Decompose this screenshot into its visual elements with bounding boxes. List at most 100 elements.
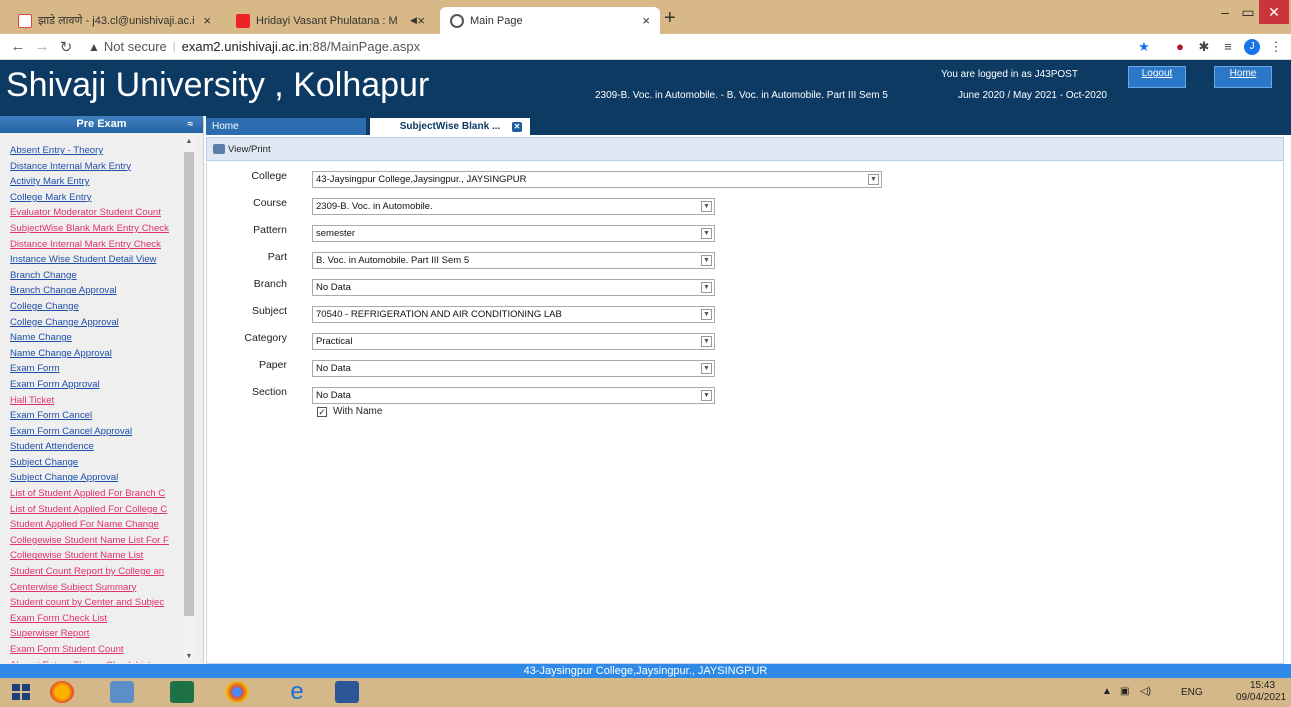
clock-time[interactable]: 15:43 <box>1250 680 1275 691</box>
sidebar-item[interactable]: Superwiser Report <box>0 626 182 642</box>
url-input[interactable]: exam2.unishivaji.ac.in:88/MainPage.aspx <box>182 39 420 54</box>
tab-home[interactable]: Home <box>206 118 366 135</box>
sidebar-item[interactable]: Student Attendence <box>0 439 182 455</box>
sidebar-item[interactable]: College Change <box>0 299 182 315</box>
firefox-icon[interactable] <box>50 681 74 703</box>
view-print-button[interactable]: View/Print <box>228 144 271 155</box>
sidebar-item[interactable]: Exam Form Cancel <box>0 408 182 424</box>
chevron-down-icon[interactable]: ▼ <box>701 336 712 347</box>
sidebar-item[interactable]: Absent Entry - Theory Check List <box>0 658 182 663</box>
paper-row: Paper No Data ▼ <box>207 357 907 377</box>
college-select[interactable]: 43-Jaysingpur College,Jaysingpur., JAYSI… <box>312 171 882 188</box>
bookmark-star-icon[interactable]: ★ <box>1136 39 1152 55</box>
scroll-up-icon[interactable]: ▲ <box>183 138 195 145</box>
language-indicator[interactable]: ENG <box>1181 687 1203 698</box>
close-tab-icon[interactable]: × <box>642 13 650 28</box>
sidebar-item[interactable]: Exam Form <box>0 361 182 377</box>
forward-icon[interactable]: → <box>30 38 54 55</box>
chevron-down-icon[interactable]: ▼ <box>701 255 712 266</box>
word-icon[interactable] <box>335 681 359 703</box>
media-icon[interactable]: ≡ <box>1220 39 1236 55</box>
network-icon[interactable]: ▣ <box>1120 686 1129 697</box>
sidebar-scrollbar[interactable]: ▲ ▼ <box>183 138 195 660</box>
volume-icon[interactable]: ◁) <box>1140 686 1151 697</box>
chevron-down-icon[interactable]: ▼ <box>701 390 712 401</box>
paper-label: Paper <box>258 359 287 371</box>
sidebar-item[interactable]: Exam Form Check List <box>0 611 182 627</box>
close-tab-icon[interactable]: × <box>417 13 425 28</box>
browser-tab-gmail[interactable]: झाडे लावणे - j43.cl@unishivaji.ac.i × <box>8 7 221 34</box>
sidebar-item[interactable]: Absent Entry - Theory <box>0 143 182 159</box>
tab-subjectwise-blank[interactable]: SubjectWise Blank ... ✕ <box>370 118 530 135</box>
sidebar-item[interactable]: Subject Change <box>0 455 182 471</box>
sidebar-item[interactable]: Distance Internal Mark Entry <box>0 159 182 175</box>
sidebar-item[interactable]: Evaluator Moderator Student Count <box>0 205 182 221</box>
extensions-icon[interactable]: ✱ <box>1196 39 1212 55</box>
sidebar-item[interactable]: Hall Ticket <box>0 393 182 409</box>
printer-icon[interactable] <box>213 144 225 154</box>
category-select[interactable]: Practical ▼ <box>312 333 715 350</box>
chevron-down-icon[interactable]: ▼ <box>868 174 879 185</box>
close-tab-icon[interactable]: ✕ <box>512 122 522 132</box>
chevron-down-icon[interactable]: ▼ <box>701 309 712 320</box>
paper-select[interactable]: No Data ▼ <box>312 360 715 377</box>
logout-button[interactable]: Logout <box>1128 66 1186 88</box>
clock-date[interactable]: 09/04/2021 <box>1236 692 1286 703</box>
sidebar-item[interactable]: Collegewise Student Name List For F <box>0 533 182 549</box>
sidebar-item[interactable]: Branch Change Approval <box>0 283 182 299</box>
ublock-icon[interactable]: ● <box>1172 39 1188 55</box>
home-button[interactable]: Home <box>1214 66 1272 88</box>
back-icon[interactable]: ← <box>6 38 30 55</box>
scroll-down-icon[interactable]: ▼ <box>183 653 195 660</box>
file-explorer-icon[interactable] <box>110 681 134 703</box>
chevron-down-icon[interactable]: ▼ <box>701 282 712 293</box>
sidebar-item[interactable]: Collegewise Student Name List <box>0 548 182 564</box>
sidebar-header[interactable]: Pre Exam ≈ <box>0 116 203 133</box>
branch-select[interactable]: No Data ▼ <box>312 279 715 296</box>
close-window-button[interactable]: ✕ <box>1259 0 1289 24</box>
new-tab-button[interactable]: + <box>664 7 676 30</box>
sidebar-item[interactable]: List of Student Applied For Branch C <box>0 486 182 502</box>
sidebar-item[interactable]: Activity Mark Entry <box>0 174 182 190</box>
menu-icon[interactable]: ⋮ <box>1268 39 1284 55</box>
excel-icon[interactable] <box>170 681 194 703</box>
sidebar-item[interactable]: Distance Internal Mark Entry Check <box>0 237 182 253</box>
sidebar-item[interactable]: College Change Approval <box>0 315 182 331</box>
sidebar-item[interactable]: Branch Change <box>0 268 182 284</box>
close-tab-icon[interactable]: × <box>203 13 211 28</box>
tray-expand-icon[interactable]: ▲ <box>1102 686 1112 697</box>
internet-explorer-icon[interactable]: e <box>285 680 309 704</box>
address-bar: ← → ↻ ▲ Not secure | exam2.unishivaji.ac… <box>0 34 1291 60</box>
sidebar-item[interactable]: Exam Form Cancel Approval <box>0 424 182 440</box>
sidebar-item[interactable]: SubjectWise Blank Mark Entry Check <box>0 221 182 237</box>
collapse-icon[interactable]: ≈ <box>188 116 194 133</box>
sidebar-item[interactable]: Student Applied For Name Change <box>0 517 182 533</box>
chrome-icon[interactable] <box>225 681 249 703</box>
sidebar-item[interactable]: Instance Wise Student Detail View <box>0 252 182 268</box>
browser-tab-main-page[interactable]: Main Page × <box>440 7 660 34</box>
sidebar-item[interactable]: Student Count Report by College an <box>0 564 182 580</box>
course-select[interactable]: 2309-B. Voc. in Automobile. ▼ <box>312 198 715 215</box>
sidebar-item[interactable]: Name Change <box>0 330 182 346</box>
chevron-down-icon[interactable]: ▼ <box>701 228 712 239</box>
pattern-select[interactable]: semester ▼ <box>312 225 715 242</box>
browser-tab-youtube[interactable]: Hridayi Vasant Phulatana : M ◀ × <box>226 7 435 34</box>
reload-icon[interactable]: ↻ <box>54 38 78 56</box>
sidebar-item[interactable]: Centerwise Subject Summary <box>0 580 182 596</box>
sidebar-item[interactable]: Exam Form Student Count <box>0 642 182 658</box>
sidebar-item[interactable]: List of Student Applied For College C <box>0 502 182 518</box>
sidebar-item[interactable]: Exam Form Approval <box>0 377 182 393</box>
sidebar-item[interactable]: Student count by Center and Subjec <box>0 595 182 611</box>
sidebar-item[interactable]: College Mark Entry <box>0 190 182 206</box>
chevron-down-icon[interactable]: ▼ <box>701 363 712 374</box>
sidebar-item[interactable]: Name Change Approval <box>0 346 182 362</box>
scroll-thumb[interactable] <box>184 152 194 616</box>
chevron-down-icon[interactable]: ▼ <box>701 201 712 212</box>
profile-avatar[interactable]: J <box>1244 39 1260 55</box>
part-select[interactable]: B. Voc. in Automobile. Part III Sem 5 ▼ <box>312 252 715 269</box>
windows-start-icon[interactable] <box>10 681 32 703</box>
section-select[interactable]: No Data ▼ <box>312 387 715 404</box>
subject-select[interactable]: 70540 - REFRIGERATION AND AIR CONDITIONI… <box>312 306 715 323</box>
sidebar-item[interactable]: Subject Change Approval <box>0 470 182 486</box>
with-name-checkbox[interactable]: ✓ <box>317 406 327 417</box>
